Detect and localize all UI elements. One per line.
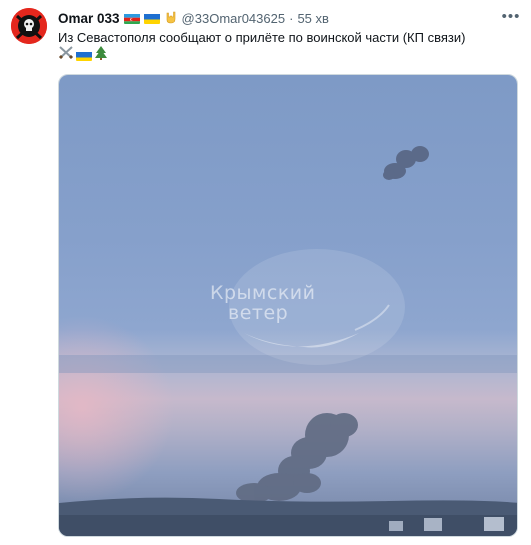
media-watermark: Крымский ветер — [210, 283, 370, 323]
more-options-icon[interactable]: ••• — [501, 6, 521, 26]
separator-dot: · — [289, 10, 294, 26]
tweet-header: Omar 033 @33Omar043625 · 55 хв — [58, 9, 329, 27]
christmas-tree-icon — [94, 45, 108, 65]
tweet[interactable]: Omar 033 @33Omar043625 · 55 хв ••• Из Се… — [0, 0, 531, 545]
tweet-text: Из Севастополя сообщают о прилёте по вои… — [58, 30, 466, 45]
watermark-line-1: Крымский — [210, 282, 316, 304]
timestamp[interactable]: 55 хв — [297, 11, 328, 26]
jolly-roger-icon — [11, 8, 47, 44]
watermark-line-2: ветер — [228, 302, 289, 324]
author-handle[interactable]: @33Omar043625 — [182, 11, 286, 26]
flag-ukraine-icon — [143, 13, 160, 24]
author-name[interactable]: Omar 033 — [58, 11, 120, 26]
tweet-emoji-row — [58, 45, 108, 65]
flag-azerbaijan-icon — [123, 13, 140, 24]
flag-ukraine-icon — [76, 50, 92, 61]
rock-hand-icon — [164, 9, 178, 27]
avatar[interactable] — [11, 8, 47, 44]
crossed-swords-icon — [58, 45, 74, 65]
